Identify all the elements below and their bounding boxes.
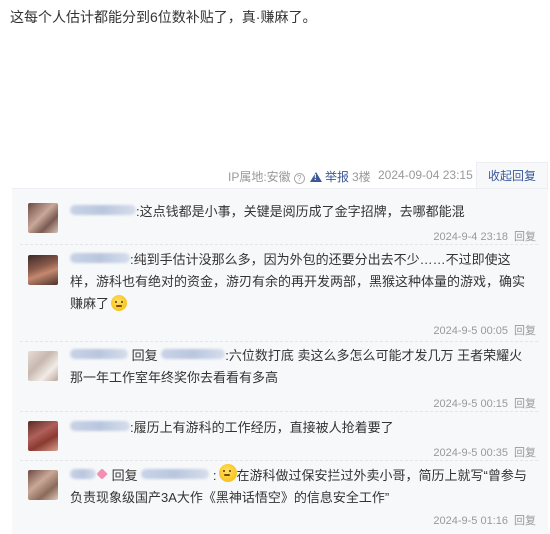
avatar[interactable]	[28, 351, 58, 381]
reply-text-line: 在游科做过保安拦过外卖小哥，简历上就写“曾参与	[236, 468, 527, 483]
reply-time: 2024-9-5 01:16	[433, 515, 508, 527]
emoji-icon	[111, 295, 128, 311]
warning-icon	[310, 172, 322, 182]
reply-content: :履历上有游科的工作经历，直接被人抢着要了	[70, 417, 538, 439]
reply-text-line: :纯到手估计没那么多，因为外包的还要分出去不少……不过即使这	[130, 252, 511, 267]
reply-footer: 2024-9-5 00:15 回复	[433, 395, 536, 411]
reply-to-label: 回复	[111, 468, 138, 483]
reply-to-username-link[interactable]	[161, 349, 226, 359]
floor-number: 3楼	[352, 170, 371, 184]
question-icon[interactable]: ?	[293, 173, 305, 184]
reply-button[interactable]: 回复	[514, 515, 536, 527]
reply-footer: 2024-9-4 23:18 回复	[433, 228, 536, 244]
post-time: 2024-09-04 23:15	[378, 168, 473, 182]
reply-text: :履历上有游科的工作经历，直接被人抢着要了	[130, 420, 394, 435]
username-link[interactable]	[70, 421, 130, 431]
post-meta-bar: IP属地:安徽? 举报 3楼 2024-09-04 23:15 收起回复	[0, 162, 550, 189]
post-text: 这每个人估计都能分到6位数补贴了，真·赚麻了。	[10, 9, 317, 25]
reply-time: 2024-9-4 23:18	[433, 231, 508, 243]
username-link[interactable]	[70, 205, 136, 215]
reply-text-line: 负责现象级国产3A大作《黑神话悟空》的信息安全工作”	[70, 490, 390, 505]
divider	[20, 460, 538, 461]
username-link[interactable]	[70, 349, 128, 359]
ip-location-label: IP属地:安徽	[228, 170, 291, 184]
divider	[20, 244, 538, 245]
collapse-replies-button[interactable]: 收起回复	[476, 162, 548, 189]
reply-footer: 2024-9-5 01:16 回复	[433, 512, 536, 528]
avatar[interactable]	[28, 470, 58, 500]
avatar[interactable]	[28, 203, 58, 233]
reply-text-line: 赚麻了	[70, 296, 110, 311]
reply-button[interactable]: 回复	[514, 398, 536, 410]
username-link[interactable]	[70, 253, 130, 263]
report-link[interactable]: 举报	[310, 168, 349, 185]
reply-footer: 2024-9-5 00:35 回复	[433, 444, 536, 460]
reply-content: :纯到手估计没那么多，因为外包的还要分出去不少……不过即使这 样，游科也有绝对的…	[70, 249, 538, 315]
reply-footer: 2024-9-5 00:05 回复	[433, 322, 536, 338]
reply-button[interactable]: 回复	[514, 231, 536, 243]
reply-button[interactable]: 回复	[514, 325, 536, 337]
reply-to-username-link[interactable]	[141, 469, 210, 479]
reply-button[interactable]: 回复	[514, 447, 536, 459]
heart-icon	[96, 468, 108, 480]
emoji-icon	[218, 464, 237, 482]
reply-list: :这点钱都是小事，关键是阅历成了金字招牌，去哪都能混 2024-9-4 23:1…	[12, 188, 548, 534]
avatar[interactable]	[28, 421, 58, 451]
reply-text-line: :六位数打底 卖这么多怎么可能才发几万 王者荣耀火	[225, 348, 523, 363]
ip-location: IP属地:安徽?	[228, 168, 305, 185]
reply-time: 2024-9-5 00:15	[433, 398, 508, 410]
report-label: 举报	[325, 170, 350, 184]
avatar[interactable]	[28, 255, 58, 285]
reply-time: 2024-9-5 00:05	[433, 325, 508, 337]
reply-content: 回复 :六位数打底 卖这么多怎么可能才发几万 王者荣耀火 那一年工作室年终奖你去…	[70, 345, 538, 389]
reply-to-label: 回复	[131, 348, 158, 363]
reply-time: 2024-9-5 00:35	[433, 447, 508, 459]
divider	[20, 411, 538, 412]
reply-text: :这点钱都是小事，关键是阅历成了金字招牌，去哪都能混	[136, 204, 465, 219]
reply-text-line: 那一年工作室年终奖你去看看有多高	[70, 370, 279, 385]
reply-text-line: 样，游科也有绝对的资金，游刃有余的再开发两部，黑猴这种体量的游戏，确实	[70, 274, 526, 289]
divider	[20, 341, 538, 342]
username-link[interactable]	[70, 469, 96, 479]
reply-content: 回复 : 在游科做过保安拦过外卖小哥，简历上就写“曾参与 负责现象级国产3A大作《…	[70, 464, 538, 509]
reply-content: :这点钱都是小事，关键是阅历成了金字招牌，去哪都能混	[70, 201, 538, 223]
